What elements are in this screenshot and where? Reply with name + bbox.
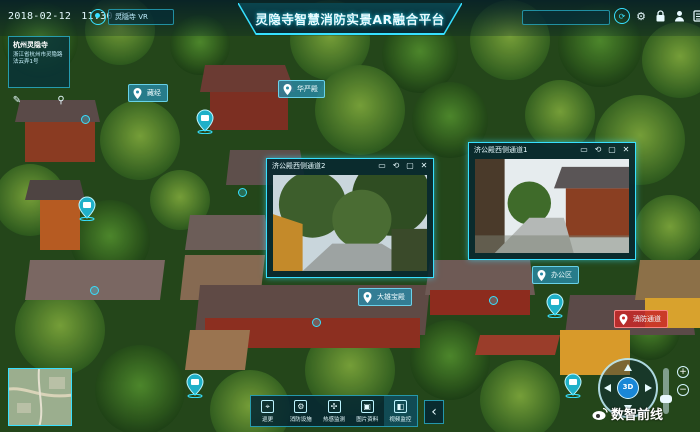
poi-label-text: 办公区 (551, 271, 572, 279)
toolbar-label: 热感监测 (323, 416, 346, 423)
pencil-icon[interactable]: ✎ (10, 93, 24, 107)
toolbar-collapse-button[interactable]: ‹ (424, 400, 444, 424)
poi-label-1[interactable]: 藏经 (128, 84, 168, 102)
video-panel-header: 济公殿西侧通道1 ▭ ⟲ ▢ ✕ (469, 143, 635, 157)
poi-label-5[interactable]: 消防通道 (614, 310, 668, 328)
toolbar-label: 图片资料 (356, 416, 379, 423)
video-panel-1[interactable]: 济公殿西侧通道2 ▭ ⟲ ▢ ✕ (266, 158, 434, 278)
camera-marker-icon[interactable] (76, 195, 98, 221)
hotspot-dot-icon[interactable] (90, 286, 99, 295)
settings-gear-icon[interactable]: ⚙ (633, 8, 649, 24)
poi-label-3[interactable]: 大雄宝殿 (358, 288, 412, 306)
camera-marker-icon[interactable] (562, 372, 584, 398)
location-selector[interactable]: 灵隐寺 VR (108, 9, 174, 25)
toolbar-thermal-button[interactable]: ✣ 热感监测 (317, 396, 350, 426)
video-panel-header: 济公殿西侧通道2 ▭ ⟲ ▢ ✕ (267, 159, 433, 173)
screen-icon[interactable]: ▭ (579, 144, 589, 155)
search-input[interactable] (522, 10, 610, 25)
link-icon[interactable]: ⚲ (54, 93, 68, 107)
poi-label-4[interactable]: 办公区 (532, 266, 579, 284)
map-pin-icon (281, 83, 294, 96)
image-icon: ▣ (360, 399, 374, 413)
refresh-icon[interactable]: ⟳ (614, 8, 630, 24)
toolbar-label: 视频监控 (389, 416, 412, 423)
date-text: 2018-02-12 (8, 11, 72, 22)
close-icon[interactable]: ✕ (621, 144, 631, 155)
camera-marker-icon[interactable] (184, 372, 206, 398)
top-icon-group: ⟳ ⚙ (614, 8, 700, 26)
lock-icon[interactable] (652, 8, 668, 24)
minimap[interactable] (8, 368, 72, 426)
close-icon[interactable]: ✕ (419, 160, 429, 171)
replay-icon[interactable]: ⟲ (391, 160, 401, 171)
location-icon[interactable] (90, 9, 106, 25)
hotspot-dot-icon[interactable] (312, 318, 321, 327)
maximize-icon[interactable]: ▢ (405, 160, 415, 171)
site-address: 浙江省杭州市灵隐路法云弄1号 (13, 52, 63, 65)
replay-icon[interactable]: ⟲ (593, 144, 603, 155)
zoom-slider-handle[interactable] (660, 394, 672, 403)
video-feed[interactable] (273, 175, 427, 271)
video-panel-title: 济公殿西侧通道1 (474, 146, 528, 154)
zoom-in-button[interactable]: + (677, 366, 689, 378)
video-feed[interactable] (475, 159, 629, 253)
poi-label-text: 大雄宝殿 (377, 293, 405, 301)
toolbar-label: 消防设施 (289, 416, 312, 423)
camera-marker-icon[interactable] (544, 292, 566, 318)
hotspot-dot-icon[interactable] (81, 115, 90, 124)
patrol-icon: ⌖ (261, 399, 275, 413)
toolbar-camera-button[interactable]: ◧ 视频监控 (383, 396, 418, 426)
camera-icon: ◧ (393, 399, 407, 413)
camera-marker-icon[interactable] (194, 108, 216, 134)
zoom-out-button[interactable]: − (677, 384, 689, 396)
poi-label-2[interactable]: 华严殿 (278, 80, 325, 98)
user-icon[interactable] (671, 8, 687, 24)
map-pin-icon (131, 87, 144, 100)
video-panel-2[interactable]: 济公殿西侧通道1 ▭ ⟲ ▢ ✕ (468, 142, 636, 260)
poi-label-text: 消防通道 (633, 315, 661, 323)
facility-icon: ⚙ (294, 399, 308, 413)
menu-icon[interactable] (690, 8, 700, 24)
thermal-icon: ✣ (327, 399, 341, 413)
map-pin-icon (617, 313, 630, 326)
video-panel-tools: ▭ ⟲ ▢ ✕ (377, 160, 429, 171)
maximize-icon[interactable]: ▢ (607, 144, 617, 155)
poi-label-text: 华严殿 (297, 85, 318, 93)
poi-label-text: 藏经 (147, 89, 161, 97)
toolbar-facility-button[interactable]: ⚙ 消防设施 (284, 396, 317, 426)
bottom-toolbar: ⌖ 巡更 ⚙ 消防设施 ✣ 热感监测 ▣ 图片资料 ◧ 视频监控 (250, 395, 418, 427)
zoom-slider-track[interactable] (663, 368, 669, 414)
watermark: 数智前线 (592, 404, 663, 423)
toolbar-patrol-button[interactable]: ⌖ 巡更 (251, 396, 284, 426)
hotspot-dot-icon[interactable] (489, 296, 498, 305)
video-panel-title: 济公殿西侧通道2 (272, 162, 326, 170)
toolbar-label: 巡更 (262, 416, 274, 423)
toolbar-image-button[interactable]: ▣ 图片资料 (351, 396, 384, 426)
screen-icon[interactable]: ▭ (377, 160, 387, 171)
map-pin-icon (361, 291, 374, 304)
site-name: 杭州灵隐寺 (13, 41, 48, 49)
weibo-logo-icon (592, 407, 608, 420)
site-info-card: 杭州灵隐寺 浙江省杭州市灵隐路法云弄1号 (8, 36, 70, 88)
watermark-text: 数智前线 (611, 408, 664, 423)
page-title: 灵隐寺智慧消防实景AR融合平台 (255, 12, 445, 27)
video-panel-tools: ▭ ⟲ ▢ ✕ (579, 144, 631, 155)
view-mode-3d-button[interactable]: 3D (617, 377, 639, 399)
map-pin-icon (535, 269, 548, 282)
hotspot-dot-icon[interactable] (238, 188, 247, 197)
